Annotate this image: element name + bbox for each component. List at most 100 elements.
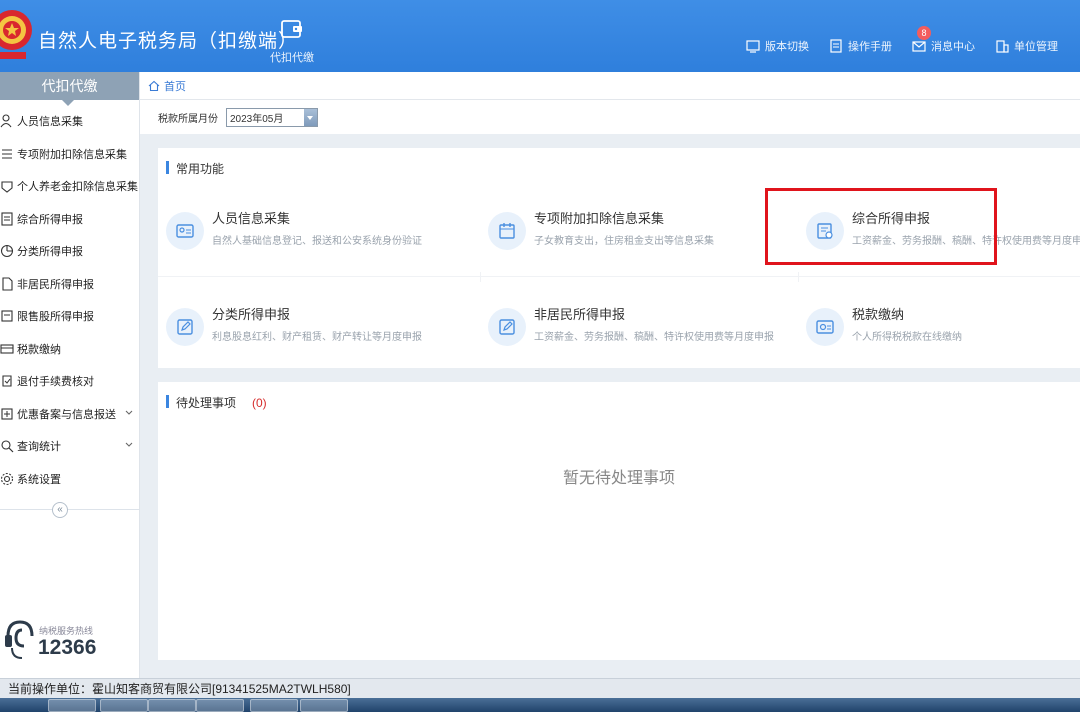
document-icon — [2, 277, 13, 291]
sidebar-collapse-button[interactable]: « — [52, 502, 68, 518]
unit-management-label: 单位管理 — [1014, 41, 1058, 53]
file-icon — [1, 310, 13, 322]
card-icon-wrap — [806, 212, 844, 250]
card-icon-wrap — [166, 308, 204, 346]
sidebar-item-pension-deduction[interactable]: 个人养老金扣除信息采集 — [0, 170, 139, 203]
pie-icon — [0, 245, 14, 258]
sidebar-item-classified-income[interactable]: 分类所得申报 — [0, 235, 139, 268]
breadcrumb-home[interactable]: 首页 — [164, 78, 186, 94]
month-filter: 税款所属月份 2023年05月 — [140, 100, 1080, 134]
card-icon-wrap — [806, 308, 844, 346]
card-special-deduction[interactable]: 专项附加扣除信息采集 子女教育支出，住房租金支出等信息采集 — [480, 186, 798, 272]
gear-icon — [0, 472, 14, 485]
home-icon — [148, 80, 160, 91]
sidebar-item-label: 系统设置 — [17, 473, 61, 486]
national-emblem-icon — [0, 10, 32, 59]
sidebar-item-label: 查询统计 — [17, 441, 61, 454]
card-personnel-info[interactable]: 人员信息采集 自然人基础信息登记、报送和公安系统身份验证 — [158, 186, 476, 272]
header-links: 版本切换 操作手册 8 消息中心 单位管理 — [746, 26, 1058, 54]
pending-items-count: (0) — [252, 396, 267, 410]
card-desc: 工资薪金、劳务报酬、稿酬、特许权使用费等月度申报 — [534, 332, 774, 343]
pending-empty-message: 暂无待处理事项 — [562, 470, 675, 487]
taskbar-button[interactable] — [300, 699, 348, 712]
pending-items-title: 待处理事项 (0) — [166, 394, 267, 411]
building-icon — [996, 40, 1009, 53]
taskbar-button[interactable] — [48, 699, 96, 712]
report-icon — [1, 212, 13, 226]
sidebar-item-personnel-info[interactable]: 人员信息采集 — [0, 105, 139, 138]
card-classified-income[interactable]: 分类所得申报 利息股息红利、财产租赁、财产转让等月度申报 — [158, 282, 476, 368]
breadcrumb: 首页 — [140, 72, 1080, 100]
sidebar-item-restricted-shares[interactable]: 限售股所得申报 — [0, 300, 139, 333]
card-title: 税款缴纳 — [852, 307, 905, 322]
month-label: 税款所属月份 — [158, 113, 218, 125]
taskbar-button[interactable] — [250, 699, 298, 712]
list-icon — [2, 149, 12, 159]
sidebar-item-tax-payment[interactable]: 税款缴纳 — [0, 333, 139, 366]
version-switch-link[interactable]: 版本切换 — [746, 38, 809, 54]
sidebar-menu: 人员信息采集 专项附加扣除信息采集 个人养老金扣除信息采集 综合所得申报 分类所… — [0, 105, 139, 495]
sidebar-item-refund-fee-check[interactable]: 退付手续费核对 — [0, 365, 139, 398]
card-icon-wrap — [488, 212, 526, 250]
card-desc: 个人所得税税款在线缴纳 — [852, 332, 962, 343]
chevron-down-icon — [125, 442, 133, 447]
app-title: 自然人电子税务局（扣缴端） — [38, 31, 299, 52]
sidebar-item-query-statistics[interactable]: 查询统计 — [0, 430, 139, 463]
headset-icon — [5, 620, 34, 659]
payment-icon — [816, 320, 834, 334]
card-title: 人员信息采集 — [212, 211, 291, 226]
calendar-icon — [499, 223, 515, 239]
sidebar-item-label: 专项附加扣除信息采集 — [17, 148, 127, 161]
sidebar-item-label: 退付手续费核对 — [17, 376, 94, 389]
mail-icon — [912, 41, 926, 52]
sidebar: 代扣代缴 人员信息采集 专项附加扣除信息采集 个人养老金扣除信息采集 综合所得申… — [0, 72, 140, 678]
card-title: 非居民所得申报 — [534, 307, 626, 322]
message-count-badge: 8 — [917, 26, 931, 40]
sidebar-item-preferential-filing[interactable]: 优惠备案与信息报送 — [0, 398, 139, 431]
manual-link[interactable]: 操作手册 — [829, 38, 892, 54]
taskbar-button[interactable] — [148, 699, 196, 712]
card-comprehensive-income[interactable]: 综合所得申报 工资薪金、劳务报酬、稿酬、特许权使用费等月度申报 — [798, 186, 1080, 272]
sidebar-item-label: 综合所得申报 — [17, 213, 83, 226]
manual-label: 操作手册 — [848, 41, 892, 53]
card-nonresident-income[interactable]: 非居民所得申报 工资薪金、劳务报酬、稿酬、特许权使用费等月度申报 — [480, 282, 798, 368]
sidebar-item-label: 个人养老金扣除信息采集 — [17, 181, 138, 194]
common-functions-title: 常用功能 — [166, 160, 224, 177]
taskbar-button[interactable] — [100, 699, 148, 712]
card-title: 专项附加扣除信息采集 — [534, 211, 665, 226]
sidebar-item-label: 分类所得申报 — [17, 246, 83, 259]
hotline-number: 12366 — [38, 636, 97, 659]
main-content: 首页 税款所属月份 2023年05月 常用功能 人员信息采集 自然人基础信息登记… — [140, 72, 1080, 678]
message-center-link[interactable]: 8 消息中心 — [912, 26, 975, 54]
card-divider — [158, 276, 1080, 277]
card-title: 分类所得申报 — [212, 307, 291, 322]
card-desc: 工资薪金、劳务报酬、稿酬、特许权使用费等月度申报 — [852, 236, 1080, 247]
report-icon — [817, 223, 833, 239]
sidebar-item-comprehensive-income[interactable]: 综合所得申报 — [0, 203, 139, 236]
sidebar-item-system-settings[interactable]: 系统设置 — [0, 463, 139, 496]
card-icon-wrap — [488, 308, 526, 346]
version-switch-label: 版本切换 — [765, 41, 809, 53]
pending-items-label: 待处理事项 — [176, 396, 237, 410]
card-desc: 子女教育支出，住房租金支出等信息采集 — [534, 236, 714, 247]
card-tax-payment[interactable]: 税款缴纳 个人所得税税款在线缴纳 — [798, 282, 1080, 368]
sidebar-item-special-deduction[interactable]: 专项附加扣除信息采集 — [0, 138, 139, 171]
hotline-block: 纳税服务热线 12366 — [0, 612, 140, 672]
sidebar-item-label: 限售股所得申报 — [17, 311, 94, 324]
unit-management-link[interactable]: 单位管理 — [995, 38, 1058, 54]
status-text: 当前操作单位：霍山知客商贸有限公司[91341525MA2TWLH580] — [8, 682, 351, 696]
sidebar-item-nonresident-income[interactable]: 非居民所得申报 — [0, 268, 139, 301]
sidebar-item-label: 优惠备案与信息报送 — [17, 408, 116, 421]
month-select[interactable]: 2023年05月 — [226, 107, 318, 127]
payment-icon — [0, 344, 14, 354]
taskbar-button[interactable] — [196, 699, 244, 712]
card-icon-wrap — [166, 212, 204, 250]
switch-icon — [746, 40, 760, 53]
tab-withholding[interactable]: 代扣代缴 — [262, 18, 322, 65]
chevron-down-icon — [125, 410, 133, 415]
search-icon — [1, 440, 14, 453]
id-card-icon — [176, 224, 194, 238]
card-desc: 自然人基础信息登记、报送和公安系统身份验证 — [212, 236, 422, 247]
dropdown-arrow-icon[interactable] — [304, 108, 317, 126]
status-bar: 当前操作单位：霍山知客商贸有限公司[91341525MA2TWLH580] — [0, 678, 1080, 698]
